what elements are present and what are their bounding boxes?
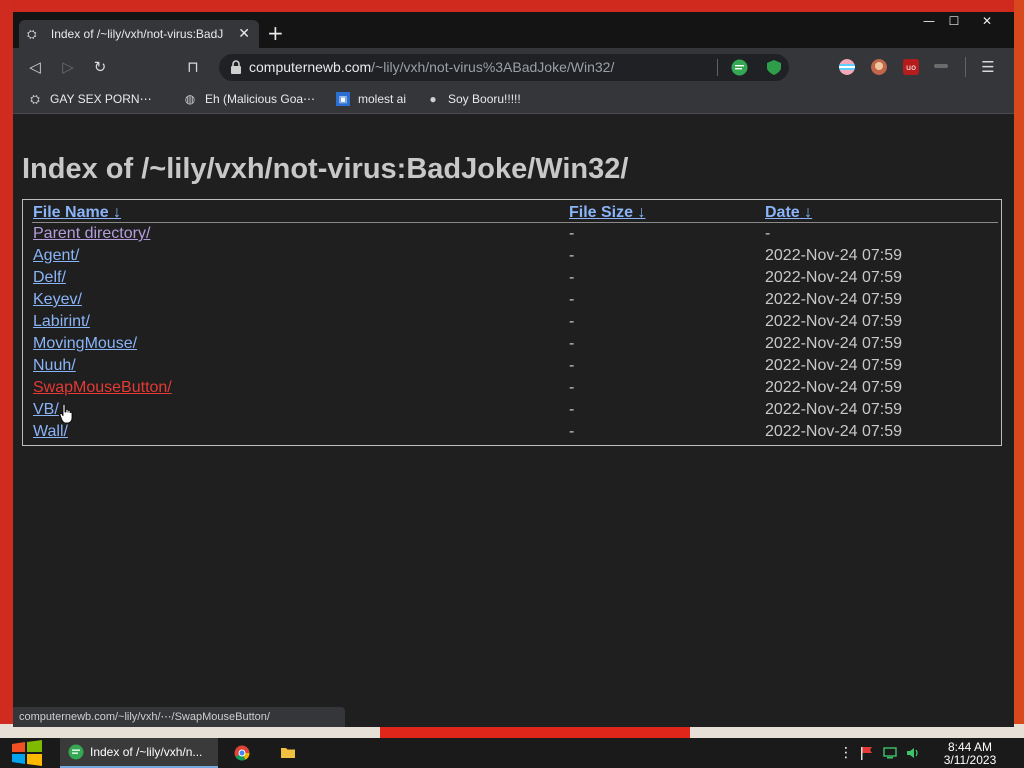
table-row: Delf/-2022-Nov-24 07:59 — [33, 269, 902, 287]
link-status-bar: computernewb.com/~lily/vxh/⋯/SwapMouseBu… — [13, 707, 345, 727]
frog-favicon-icon: ⛭ — [27, 27, 37, 41]
folder-link-hovered[interactable]: SwapMouseButton/ — [33, 379, 172, 397]
window-close-button[interactable]: ✕ — [975, 12, 999, 32]
taskbar: Index of /~lily/vxh/n... ⋮ 8:44 AM 3/11/… — [0, 738, 1024, 768]
extension-placeholder-icon[interactable] — [934, 64, 948, 68]
menu-icon[interactable]: ☰ — [978, 57, 998, 77]
folder-icon[interactable] — [280, 745, 296, 761]
bookmarks-bar: ⛭ GAY SEX PORN⋯ ◍ Eh (Malicious Goa⋯ ▣ mole… — [13, 86, 1014, 114]
soy-icon: ● — [429, 92, 437, 106]
lock-icon — [231, 60, 241, 74]
network-icon[interactable] — [882, 745, 898, 761]
desktop-background-top — [0, 0, 1024, 12]
address-separator — [717, 59, 718, 76]
flag-icon[interactable] — [859, 745, 875, 761]
address-bar[interactable]: computernewb.com/~lily/vxh/not-virus%3AB… — [219, 54, 789, 81]
table-row: Keyev/-2022-Nov-24 07:59 — [33, 291, 902, 309]
table-row: Wall/-2022-Nov-24 07:59 — [33, 423, 902, 441]
bookmark-item[interactable]: ◍ Eh (Malicious Goa⋯ — [183, 92, 315, 106]
minimize-button[interactable]: — — [917, 12, 941, 32]
table-row: Labirint/-2022-Nov-24 07:59 — [33, 313, 902, 331]
hand-cursor-icon — [59, 404, 73, 424]
browser-window: ⛭ Index of /~lily/vxh/not-virus:BadJ ✕ +… — [13, 12, 1014, 727]
forward-button[interactable]: ▷ — [58, 57, 78, 77]
url-host: computernewb.com — [249, 59, 372, 75]
toolbar-separator — [965, 57, 966, 77]
taskbar-browser-item[interactable]: Index of /~lily/vxh/n... — [60, 738, 218, 768]
folder-link[interactable]: Keyev/ — [33, 291, 82, 309]
system-clock[interactable]: 8:44 AM 3/11/2023 — [930, 741, 1010, 767]
table-row: VB/-2022-Nov-24 07:59 — [33, 401, 902, 419]
avatar-extension-icon[interactable] — [871, 59, 887, 75]
trans-flag-extension-icon[interactable] — [839, 59, 855, 75]
parent-directory-link[interactable]: Parent directory/ — [33, 225, 150, 243]
folder-link[interactable]: Labirint/ — [33, 313, 90, 331]
chat-extension-icon[interactable] — [731, 59, 748, 76]
chrome-icon[interactable] — [234, 745, 250, 761]
sort-arrow-icon: ↓ — [804, 204, 813, 221]
table-row: Agent/-2022-Nov-24 07:59 — [33, 247, 902, 265]
volume-icon[interactable] — [905, 745, 921, 761]
tab-active[interactable]: ⛭ Index of /~lily/vxh/not-virus:BadJ ✕ — [19, 20, 259, 48]
tab-title: Index of /~lily/vxh/not-virus:BadJ — [50, 27, 224, 41]
reload-button[interactable]: ↻ — [90, 57, 110, 77]
clock-date: 3/11/2023 — [943, 753, 997, 767]
folder-link[interactable]: Delf/ — [33, 269, 66, 287]
page-content: Index of /~lily/vxh/not-virus:BadJoke/Wi… — [13, 115, 1014, 727]
folder-link[interactable]: Agent/ — [33, 247, 79, 265]
windows-start-icon[interactable] — [8, 738, 48, 768]
sort-arrow-icon: ↓ — [637, 204, 646, 221]
table-row: SwapMouseButton/-2022-Nov-24 07:59 — [33, 379, 902, 397]
url-path: /~lily/vxh/not-virus%3ABadJoke/Win32/ — [371, 59, 615, 75]
folder-link[interactable]: Wall/ — [33, 423, 68, 441]
sort-arrow-icon: ↓ — [113, 204, 122, 221]
bookmark-item[interactable]: ⛭ GAY SEX PORN⋯ — [28, 92, 151, 106]
desktop-background-left — [0, 0, 13, 738]
folder-link[interactable]: MovingMouse/ — [33, 335, 137, 353]
tab-close-icon[interactable]: ✕ — [237, 26, 251, 42]
bookmark-button[interactable]: ⊓ — [183, 57, 203, 77]
folder-link[interactable]: Nuuh/ — [33, 357, 76, 375]
address-url: computernewb.com/~lily/vxh/not-virus%3AB… — [249, 59, 614, 75]
frog-icon: ⛭ — [30, 92, 40, 106]
header-file-size[interactable]: File Size ↓ — [569, 204, 645, 222]
chat-app-icon — [68, 744, 84, 760]
overflow-dots-icon[interactable]: ⋮ — [838, 745, 854, 761]
folder-link[interactable]: VB/ — [33, 401, 59, 419]
header-file-name[interactable]: File Name ↓ — [33, 204, 121, 222]
toolbar: ◁ ▷ ↻ ⊓ computernewb.com/~lily/vxh/not-v… — [13, 48, 1014, 86]
directory-listing: File Name ↓ File Size ↓ Date ↓ Parent di… — [22, 199, 1002, 446]
globe-icon: ◍ — [184, 92, 196, 106]
bookmark-item[interactable]: ● Soy Booru!!!!! — [426, 92, 520, 106]
table-row: Parent directory/- - — [33, 225, 771, 243]
table-row: MovingMouse/-2022-Nov-24 07:59 — [33, 335, 902, 353]
header-date[interactable]: Date ↓ — [765, 204, 812, 222]
bookmark-item[interactable]: ▣ molest ai — [336, 92, 406, 106]
tab-strip: ⛭ Index of /~lily/vxh/not-virus:BadJ ✕ +… — [13, 12, 1014, 48]
page-title: Index of /~lily/vxh/not-virus:BadJoke/Wi… — [22, 153, 629, 185]
back-button[interactable]: ◁ — [25, 57, 45, 77]
desktop-background-right — [1014, 0, 1024, 738]
new-tab-button[interactable]: + — [267, 23, 284, 43]
table-row: Nuuh/-2022-Nov-24 07:59 — [33, 357, 902, 375]
ublock-icon[interactable]: uo — [903, 59, 919, 75]
maximize-button[interactable]: ☐ — [942, 12, 966, 32]
ai-icon: ▣ — [336, 92, 350, 106]
shield-extension-icon[interactable] — [766, 59, 782, 76]
svg-text:uo: uo — [906, 63, 916, 72]
